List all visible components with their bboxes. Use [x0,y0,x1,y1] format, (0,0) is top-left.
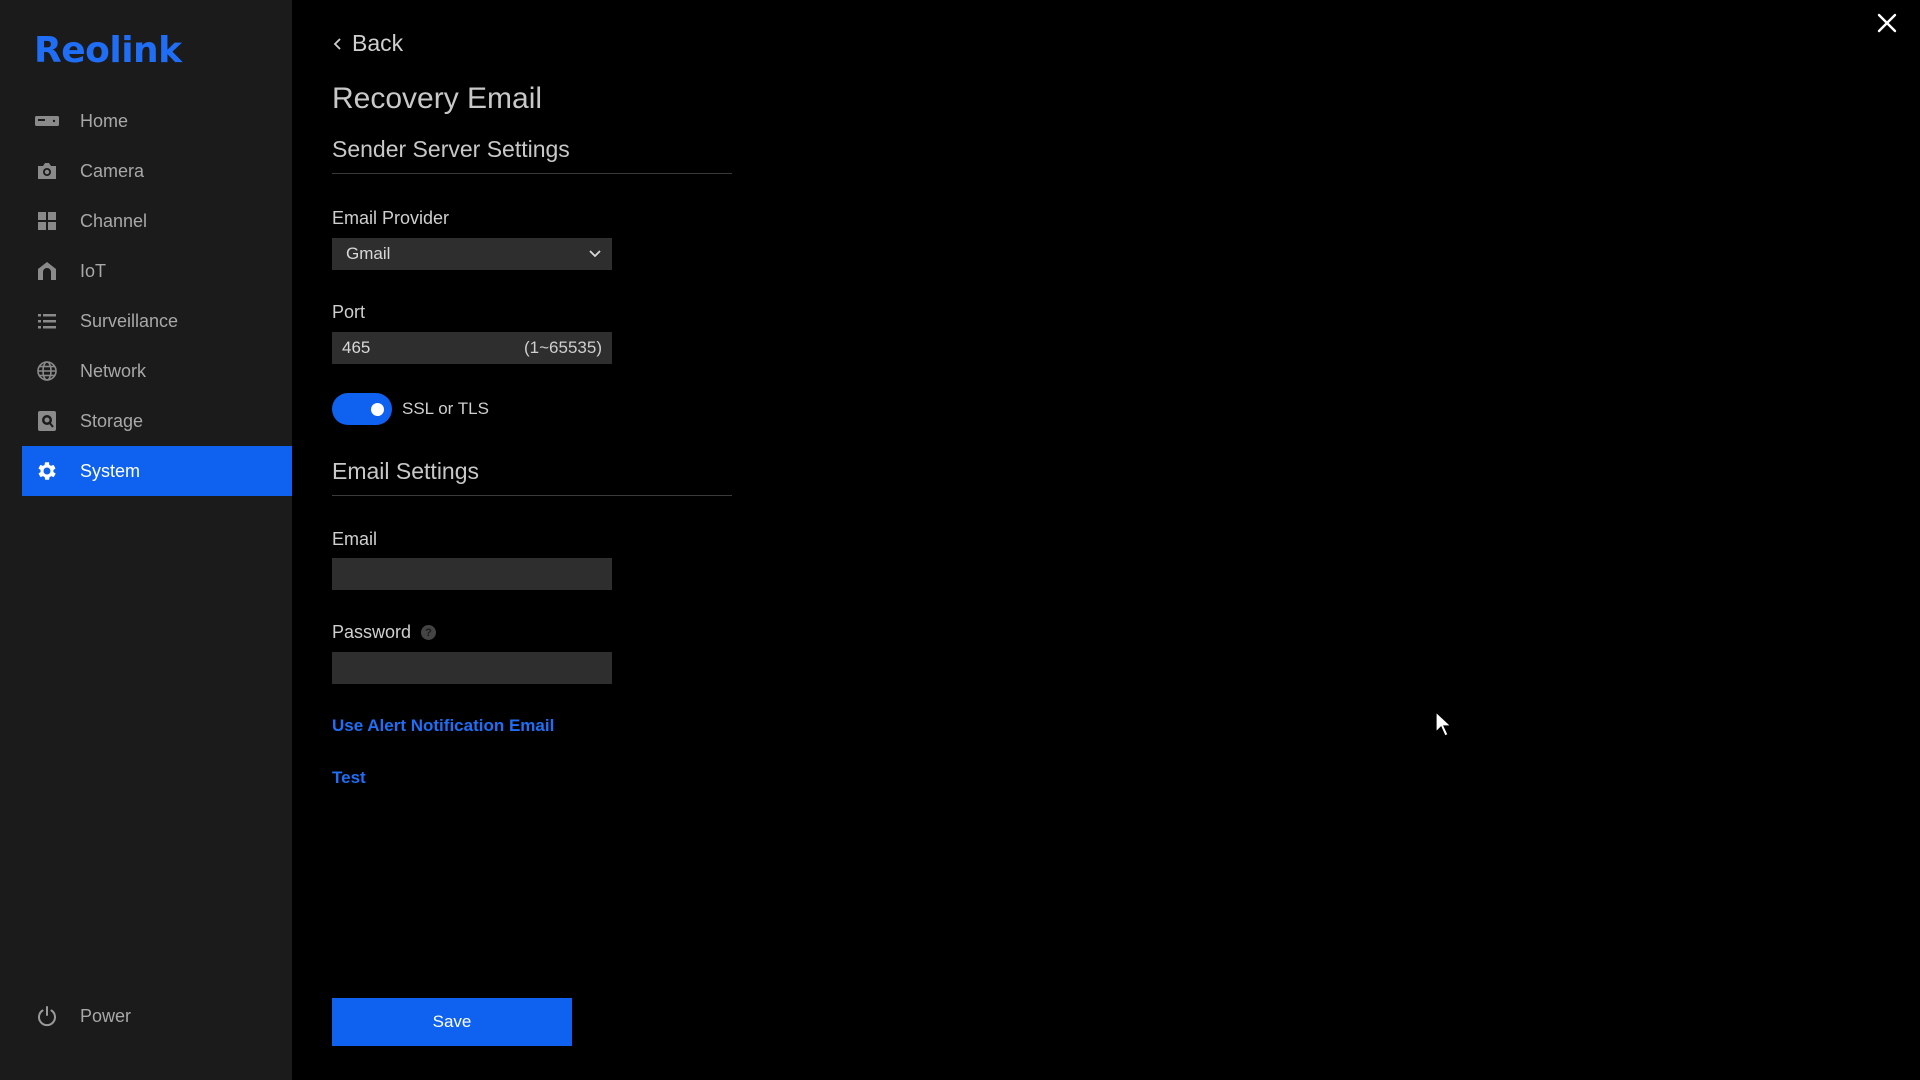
sidebar-item-label: Camera [80,160,145,181]
home-icon [34,258,60,284]
sidebar-item-label: Surveillance [80,310,179,331]
port-range-hint: (1~65535) [524,338,602,357]
password-label-row: Password ? [332,622,437,643]
gear-icon [34,458,60,484]
email-label: Email [332,529,378,549]
sidebar: Reolink Home Camera Channel IoT Surveill… [0,0,292,1080]
sidebar-item-label: Home [80,110,129,131]
save-button[interactable]: Save [332,998,572,1046]
sidebar-nav: Home Camera Channel IoT Surveillance Net… [22,96,292,496]
port-label: Port [332,302,366,322]
back-label: Back [352,30,404,56]
sidebar-item-camera[interactable]: Camera [22,146,292,196]
sidebar-item-label: System [80,460,141,481]
main-panel: Back Recovery Email Sender Server Settin… [292,0,1920,1080]
email-provider-select[interactable]: Gmail [332,238,612,270]
email-input[interactable] [332,558,612,590]
sidebar-item-label: Network [80,360,147,381]
email-provider-label: Email Provider [332,208,450,228]
sidebar-item-label: Channel [80,210,148,231]
port-value: 465 [342,338,371,357]
section-sender-server: Sender Server Settings [332,136,732,174]
ssl-tls-label: SSL or TLS [402,399,489,418]
storage-icon [34,408,60,434]
sidebar-item-label: Storage [80,410,144,431]
test-link[interactable]: Test [332,768,366,788]
sidebar-item-label: IoT [80,260,107,281]
back-button[interactable]: Back [332,30,403,57]
sidebar-item-system[interactable]: System [22,446,292,496]
ssl-tls-toggle[interactable] [332,393,392,425]
sidebar-item-iot[interactable]: IoT [22,246,292,296]
close-icon [1876,12,1898,39]
section-email-settings: Email Settings [332,458,732,496]
camera-icon [34,158,60,184]
sidebar-item-label: Power [80,1005,132,1026]
sidebar-item-storage[interactable]: Storage [22,396,292,446]
password-label: Password [332,622,412,642]
sidebar-item-surveillance[interactable]: Surveillance [22,296,292,346]
page-title: Recovery Email [332,82,543,115]
sidebar-item-power[interactable]: Power [22,991,292,1041]
email-provider-value: Gmail [346,244,391,263]
chevron-down-icon [588,244,602,264]
sidebar-item-home[interactable]: Home [22,96,292,146]
sidebar-item-network[interactable]: Network [22,346,292,396]
mouse-cursor-icon [1434,710,1454,743]
toggle-knob [371,403,384,416]
use-alert-notification-email-link[interactable]: Use Alert Notification Email [332,716,554,736]
port-input[interactable]: 465 (1~65535) [332,332,612,364]
globe-icon [34,358,60,384]
grid-icon [34,208,60,234]
close-button[interactable] [1872,10,1902,40]
power-menu: Power [22,991,292,1041]
sidebar-item-channel[interactable]: Channel [22,196,292,246]
help-icon[interactable]: ? [421,625,437,640]
power-icon [34,1003,60,1029]
reolink-logo: Reolink [34,30,182,71]
chevron-left-icon [332,36,344,52]
list-icon [34,308,60,334]
password-input[interactable] [332,652,612,684]
nvr-icon [34,108,60,134]
